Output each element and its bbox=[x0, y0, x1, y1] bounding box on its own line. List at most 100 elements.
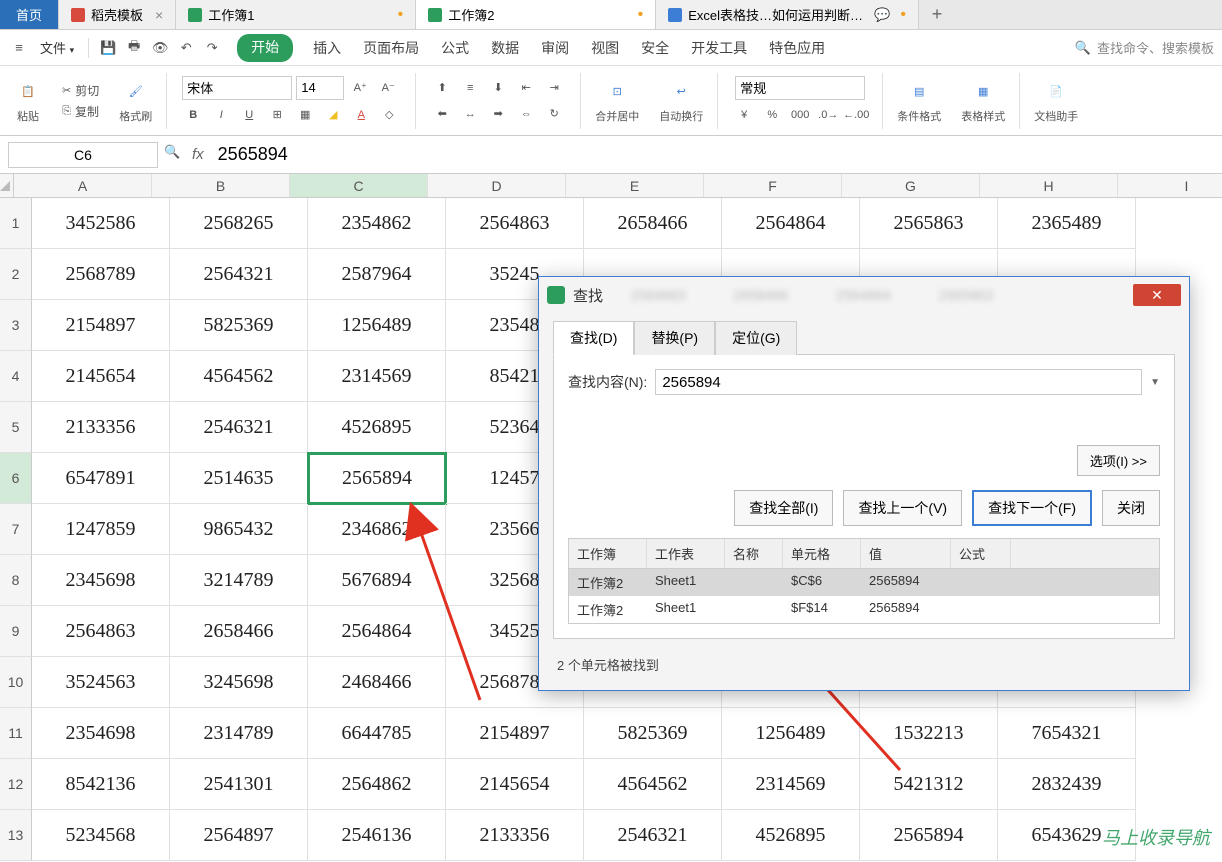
row-header[interactable]: 4 bbox=[0, 351, 32, 402]
cell[interactable]: 2365489 bbox=[998, 198, 1136, 249]
wrap-group[interactable]: ↩ 自动换行 bbox=[653, 78, 709, 124]
cell[interactable]: 5676894 bbox=[308, 555, 446, 606]
find-input[interactable] bbox=[655, 369, 1142, 395]
ribbon-tab-insert[interactable]: 插入 bbox=[311, 34, 343, 62]
column-header-A[interactable]: A bbox=[14, 174, 152, 197]
cell[interactable]: 5825369 bbox=[584, 708, 722, 759]
ribbon-tab-view[interactable]: 视图 bbox=[589, 34, 621, 62]
cell[interactable]: 2565894 bbox=[308, 453, 446, 504]
cell[interactable]: 2564864 bbox=[722, 198, 860, 249]
command-search[interactable]: 🔍 查找命令、搜索模板 bbox=[1075, 38, 1214, 57]
cell[interactable]: 2564863 bbox=[32, 606, 170, 657]
save-icon[interactable]: 💾 bbox=[97, 37, 119, 59]
cell[interactable]: 2658466 bbox=[170, 606, 308, 657]
tab-excel-doc[interactable]: Excel表格技…如何运用判断函数 💬 • bbox=[656, 0, 919, 29]
cell[interactable]: 6644785 bbox=[308, 708, 446, 759]
align-bottom-icon[interactable]: ⬇ bbox=[486, 77, 510, 99]
header-workbook[interactable]: 工作簿 bbox=[569, 539, 647, 568]
row-header[interactable]: 10 bbox=[0, 657, 32, 708]
result-row[interactable]: 工作簿2Sheet1$F$142565894 bbox=[569, 596, 1159, 623]
copy-label[interactable]: 复制 bbox=[75, 103, 99, 120]
name-box[interactable] bbox=[8, 142, 158, 168]
cut-icon[interactable]: ✂ bbox=[62, 84, 71, 97]
doc-assist-group[interactable]: 📄 文档助手 bbox=[1028, 78, 1084, 124]
cell[interactable]: 2133356 bbox=[446, 810, 584, 861]
cell[interactable]: 5234568 bbox=[32, 810, 170, 861]
font-color-icon[interactable]: A bbox=[349, 104, 373, 126]
ribbon-tab-developer[interactable]: 开发工具 bbox=[689, 34, 749, 62]
align-right-icon[interactable]: ➡ bbox=[486, 103, 510, 125]
redo-icon[interactable]: ↷ bbox=[201, 37, 223, 59]
column-header-I[interactable]: I bbox=[1118, 174, 1222, 197]
decrease-font-icon[interactable]: A⁻ bbox=[376, 77, 400, 99]
cell[interactable]: 5421312 bbox=[860, 759, 998, 810]
format-painter-group[interactable]: 🖌 格式刷 bbox=[113, 78, 158, 124]
cell[interactable]: 2145654 bbox=[32, 351, 170, 402]
ribbon-tab-formula[interactable]: 公式 bbox=[439, 34, 471, 62]
row-header[interactable]: 11 bbox=[0, 708, 32, 759]
tab-home[interactable]: 首页 bbox=[0, 0, 59, 29]
ribbon-tab-start[interactable]: 开始 bbox=[237, 34, 293, 62]
close-button[interactable]: 关闭 bbox=[1102, 490, 1160, 526]
cell[interactable]: 7654321 bbox=[998, 708, 1136, 759]
border-icon[interactable]: ⊞ bbox=[265, 104, 289, 126]
cell[interactable]: 2564864 bbox=[308, 606, 446, 657]
undo-icon[interactable]: ↶ bbox=[175, 37, 197, 59]
row-header[interactable]: 2 bbox=[0, 249, 32, 300]
row-header[interactable]: 7 bbox=[0, 504, 32, 555]
increase-decimal-icon[interactable]: ←.00 bbox=[844, 104, 868, 126]
paste-group[interactable]: 📋 粘贴 bbox=[8, 78, 48, 124]
column-header-E[interactable]: E bbox=[566, 174, 704, 197]
currency-icon[interactable]: ¥ bbox=[732, 104, 756, 126]
options-button[interactable]: 选项(I) >> bbox=[1077, 445, 1160, 476]
cell[interactable]: 2154897 bbox=[446, 708, 584, 759]
dialog-tab-find[interactable]: 查找(D) bbox=[553, 321, 634, 355]
find-next-button[interactable]: 查找下一个(F) bbox=[972, 490, 1092, 526]
header-worksheet[interactable]: 工作表 bbox=[647, 539, 725, 568]
row-header[interactable]: 9 bbox=[0, 606, 32, 657]
cell[interactable]: 2587964 bbox=[308, 249, 446, 300]
row-header[interactable]: 8 bbox=[0, 555, 32, 606]
dialog-tab-goto[interactable]: 定位(G) bbox=[715, 321, 797, 355]
cell[interactable]: 2564863 bbox=[446, 198, 584, 249]
cell[interactable]: 2154897 bbox=[32, 300, 170, 351]
column-header-B[interactable]: B bbox=[152, 174, 290, 197]
cell[interactable]: 3245698 bbox=[170, 657, 308, 708]
align-left-icon[interactable]: ⬅ bbox=[430, 103, 454, 125]
tab-workbook1[interactable]: 工作簿1 • bbox=[176, 0, 416, 29]
header-name[interactable]: 名称 bbox=[725, 539, 783, 568]
cell[interactable]: 5825369 bbox=[170, 300, 308, 351]
cell[interactable]: 8542136 bbox=[32, 759, 170, 810]
cell[interactable]: 2832439 bbox=[998, 759, 1136, 810]
cell[interactable]: 2546321 bbox=[584, 810, 722, 861]
cell[interactable]: 3524563 bbox=[32, 657, 170, 708]
result-row[interactable]: 工作簿2Sheet1$C$62565894 bbox=[569, 569, 1159, 596]
fill-color-icon[interactable]: ◢ bbox=[321, 104, 345, 126]
ribbon-tab-security[interactable]: 安全 bbox=[639, 34, 671, 62]
cell[interactable]: 2568789 bbox=[32, 249, 170, 300]
number-format-select[interactable] bbox=[735, 76, 865, 100]
cell[interactable]: 4564562 bbox=[170, 351, 308, 402]
column-header-C[interactable]: C bbox=[290, 174, 428, 197]
cell[interactable]: 6547891 bbox=[32, 453, 170, 504]
cell[interactable]: 1256489 bbox=[722, 708, 860, 759]
italic-icon[interactable]: I bbox=[209, 104, 233, 126]
cell[interactable]: 2345698 bbox=[32, 555, 170, 606]
header-cell[interactable]: 单元格 bbox=[783, 539, 861, 568]
cell[interactable]: 3214789 bbox=[170, 555, 308, 606]
font-name-select[interactable] bbox=[182, 76, 292, 100]
find-icon[interactable]: 🔍 bbox=[164, 144, 186, 166]
cell[interactable]: 3452586 bbox=[32, 198, 170, 249]
cell[interactable]: 4526895 bbox=[722, 810, 860, 861]
cell[interactable]: 2145654 bbox=[446, 759, 584, 810]
increase-font-icon[interactable]: A⁺ bbox=[348, 77, 372, 99]
align-top-icon[interactable]: ⬆ bbox=[430, 77, 454, 99]
cut-label[interactable]: 剪切 bbox=[75, 82, 99, 99]
indent-left-icon[interactable]: ⇤ bbox=[514, 77, 538, 99]
cell[interactable]: 1256489 bbox=[308, 300, 446, 351]
print-icon[interactable]: 🖶 bbox=[123, 37, 145, 59]
cell[interactable]: 1532213 bbox=[860, 708, 998, 759]
column-header-F[interactable]: F bbox=[704, 174, 842, 197]
align-middle-icon[interactable]: ≡ bbox=[458, 77, 482, 99]
column-header-H[interactable]: H bbox=[980, 174, 1118, 197]
